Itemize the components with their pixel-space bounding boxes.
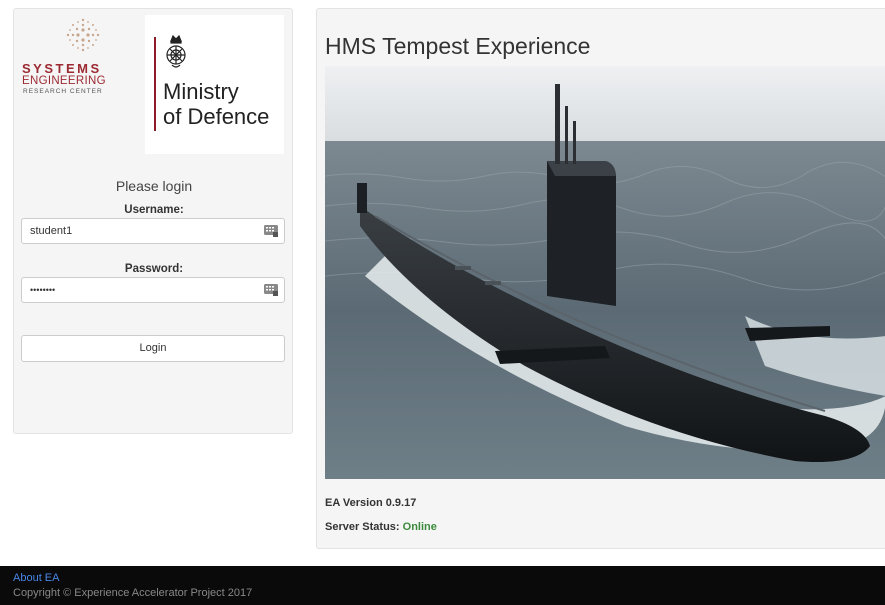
ser-dots-icon	[66, 18, 100, 52]
keyboard-icon[interactable]	[264, 284, 278, 296]
username-input[interactable]	[30, 219, 250, 243]
submarine-photo	[325, 66, 885, 479]
mod-logo-text: Ministry of Defence	[163, 79, 269, 129]
version-text: EA Version 0.9.17	[325, 497, 417, 509]
ser-logo-line2: ENGINEERING	[22, 75, 106, 87]
status-value: Online	[402, 521, 437, 533]
login-panel: SYSTEMS ENGINEERING RESEARCH CENTER Mini…	[13, 8, 293, 434]
copyright-text: Copyright © Experience Accelerator Proje…	[13, 587, 253, 599]
crest-icon	[166, 34, 186, 68]
username-label: Username:	[124, 204, 184, 216]
login-button[interactable]: Login	[21, 335, 285, 362]
server-status: Server Status: Online	[325, 521, 437, 533]
logos: SYSTEMS ENGINEERING RESEARCH CENTER Mini…	[14, 9, 294, 159]
page-title: HMS Tempest Experience	[325, 33, 591, 59]
mod-logo-line2: of Defence	[163, 104, 270, 129]
login-title: Please login	[115, 178, 193, 194]
password-label: Password:	[124, 263, 184, 275]
ser-logo-line3: RESEARCH CENTER	[23, 88, 103, 95]
mod-logo-line1: Ministry	[163, 79, 239, 104]
username-field[interactable]	[21, 218, 285, 244]
mod-logo: Ministry of Defence	[145, 15, 284, 154]
password-field[interactable]	[21, 277, 285, 303]
main-panel: HMS Tempest Experience EA Version 0.9.17…	[316, 8, 885, 549]
ser-logo: SYSTEMS ENGINEERING RESEARCH CENTER	[20, 15, 144, 105]
mod-logo-bar	[154, 37, 156, 131]
status-label: Server Status:	[325, 521, 400, 533]
keyboard-icon[interactable]	[264, 225, 278, 237]
password-input[interactable]	[30, 278, 250, 302]
footer: About EA Copyright © Experience Accelera…	[0, 566, 885, 605]
about-link[interactable]: About EA	[13, 572, 59, 584]
ser-logo-line1: SYSTEMS	[22, 61, 102, 76]
